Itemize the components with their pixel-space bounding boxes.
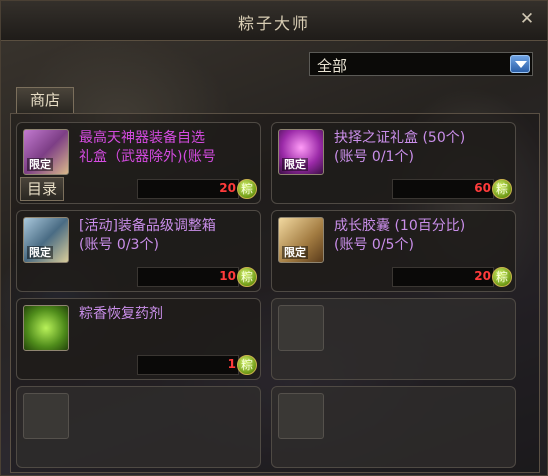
shop-item[interactable]: 限定 成长胶囊 (10百分比) (账号 0/5个) 20 粽 (271, 210, 516, 292)
shop-item[interactable]: 限定 抉择之证礼盒 (50个) (账号 0/1个) 60 粽 (271, 122, 516, 204)
limited-badge: 限定 (282, 158, 308, 171)
scroll-icon[interactable]: 限定 (278, 217, 324, 263)
limited-badge: 限定 (282, 246, 308, 259)
zongzi-coin-icon: 粽 (237, 267, 257, 287)
window-title: 粽子大师 (237, 14, 310, 33)
item-price: 20 (474, 269, 491, 283)
shop-item[interactable]: 限定 [活动]装备品级调整箱 (账号 0/3个) 10 粽 (16, 210, 261, 292)
item-name: 成长胶囊 (10百分比) (账号 0/5个) (334, 218, 466, 253)
limited-badge: 限定 (27, 158, 53, 171)
title-bar[interactable]: 粽子大师 ✕ (1, 1, 547, 41)
price-bar: 20 (137, 179, 239, 199)
item-name: [活动]装备品级调整箱 (账号 0/3个) (79, 218, 216, 253)
price-bar: 10 (137, 267, 239, 287)
price-bar: 20 (392, 267, 494, 287)
potion-icon[interactable] (23, 305, 69, 351)
purple-chest-icon[interactable]: 限定 (23, 129, 69, 175)
zongzi-coin-icon: 粽 (237, 355, 257, 375)
category-select[interactable]: 全部 (309, 52, 533, 76)
item-price: 60 (474, 181, 491, 195)
menu-button[interactable]: 目录 (20, 177, 64, 201)
empty-slot-icon (23, 393, 69, 439)
item-price: 20 (219, 181, 236, 195)
zongzi-coin-icon: 粽 (492, 267, 512, 287)
empty-slot (16, 386, 261, 468)
category-select-value: 全部 (317, 57, 348, 75)
magic-chest-icon[interactable]: 限定 (278, 129, 324, 175)
shop-item[interactable]: 粽香恢复药剂 1 粽 (16, 298, 261, 380)
item-name: 抉择之证礼盒 (50个) (账号 0/1个) (334, 130, 466, 165)
item-name: 粽香恢复药剂 (79, 306, 163, 322)
item-price: 10 (219, 269, 236, 283)
item-name: 最高天神器装备自选 礼盒（武器除外)(账号 (79, 130, 216, 165)
zongzi-coin-icon: 粽 (492, 179, 512, 199)
price-bar: 1 (137, 355, 239, 375)
tab-shop[interactable]: 商店 (16, 87, 74, 113)
limited-badge: 限定 (27, 246, 53, 259)
price-bar: 60 (392, 179, 494, 199)
zongzi-coin-icon: 粽 (237, 179, 257, 199)
empty-slot (271, 386, 516, 468)
empty-slot (271, 298, 516, 380)
shop-window: 粽子大师 ✕ 全部 商店 限定 最高天神器装备自选 礼盒（武器除外)(账号 20… (0, 0, 548, 476)
chevron-down-icon[interactable] (510, 55, 530, 73)
blue-chest-icon[interactable]: 限定 (23, 217, 69, 263)
item-price: 1 (227, 357, 236, 371)
close-icon[interactable]: ✕ (517, 9, 537, 29)
empty-slot-icon (278, 305, 324, 351)
empty-slot-icon (278, 393, 324, 439)
